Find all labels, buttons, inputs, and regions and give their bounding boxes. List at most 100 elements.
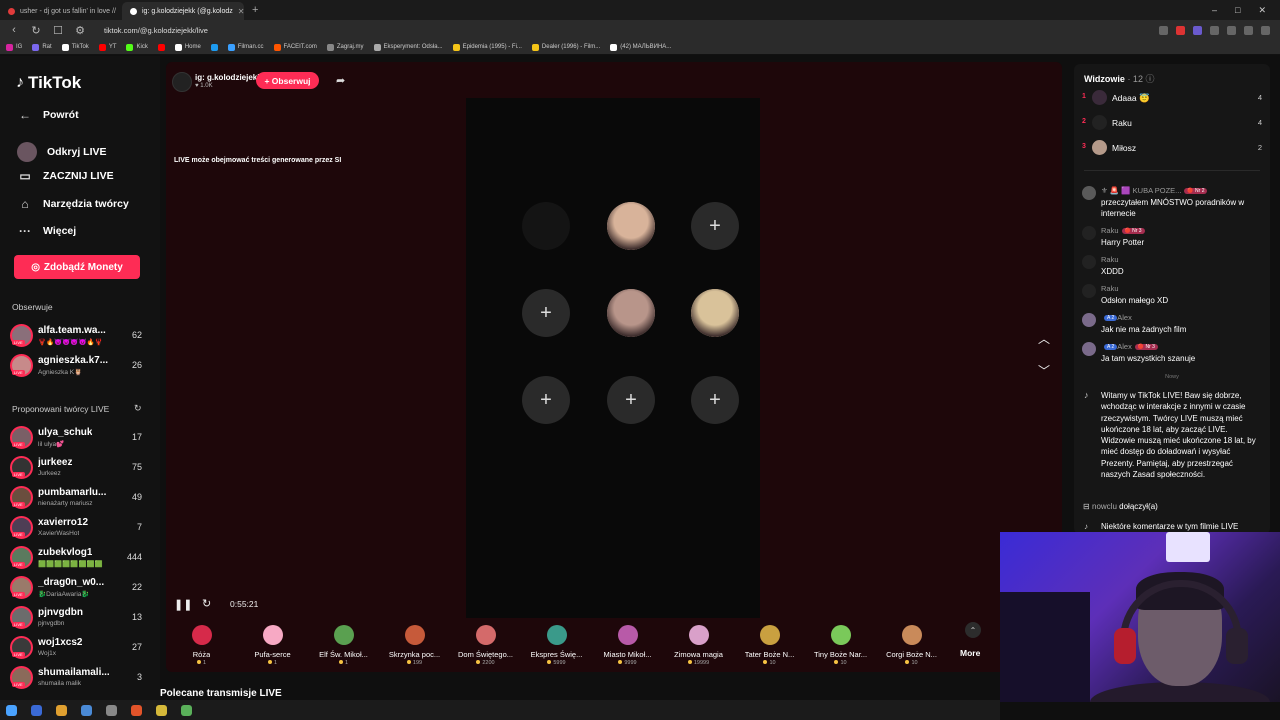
chrome-icon[interactable] (81, 704, 92, 716)
account-name[interactable]: pjnvgdbn (38, 607, 83, 618)
share-icon[interactable]: ➦ (336, 74, 345, 87)
menu-item-odkryj-live[interactable]: ◉ Odkryj LIVE (17, 142, 107, 162)
bookmark-item[interactable]: YT (98, 43, 116, 51)
viewer-name[interactable]: Raku (1112, 118, 1132, 128)
menu-icon[interactable] (1261, 25, 1270, 35)
extension-icon[interactable] (1159, 25, 1168, 35)
viewer-name[interactable]: Miłosz (1112, 143, 1136, 153)
host-name[interactable]: ig: g.kolodziejekk (195, 73, 262, 82)
avatar[interactable] (1082, 186, 1096, 200)
url-field[interactable]: tiktok.com/@g.kolodziejekk/live (104, 26, 208, 35)
sidebar-account[interactable]: LIVE _drag0n_w0... 🐉DariaAwaria🐉 22 (10, 574, 150, 602)
chevron-up-icon[interactable]: ⌃ (965, 622, 981, 638)
chat-username[interactable]: Raku (1101, 226, 1119, 235)
account-name[interactable]: _drag0n_w0... (38, 577, 104, 588)
account-name[interactable]: agnieszka.k7... (38, 355, 108, 366)
reload-icon[interactable]: ↻ (30, 24, 42, 37)
bookmark-item[interactable]: Epidemia (1995) - Fi... (452, 43, 522, 51)
chevron-up-icon[interactable]: ︿ (1038, 330, 1050, 347)
sidebar-account[interactable]: LIVE shumailamali... shumaila malik 3 (10, 664, 150, 692)
sidebar-account[interactable]: LIVE xavierro12 XavierWasHot 7 (10, 514, 150, 542)
bookmark-item[interactable] (157, 43, 165, 51)
avatar[interactable] (1092, 140, 1107, 155)
extension-icon[interactable] (1227, 25, 1236, 35)
sidebar-account[interactable]: LIVE zubekvlog1 🟩🟩🟩🟩🟩🟩🟩🟩 444 (10, 544, 150, 572)
extension-icon[interactable] (1176, 25, 1185, 35)
extension-icon[interactable] (1193, 25, 1202, 35)
browser-tab-2[interactable]: ig: g.kolodziejekk (@g.kolodz ✕ (122, 2, 244, 20)
video-frame[interactable] (466, 98, 760, 618)
sidebar-account[interactable]: LIVE pjnvgdbn pjnvgdbn 13 (10, 604, 150, 632)
minimize-button[interactable]: – (1212, 5, 1217, 16)
site-settings-icon[interactable]: ⚙ (74, 24, 86, 37)
bookmark-item[interactable]: (42) МАЛЬВИНА... (610, 43, 671, 51)
account-name[interactable]: xavierro12 (38, 517, 88, 528)
taskbar-app-icon[interactable] (106, 704, 117, 716)
guest-avatar[interactable] (607, 202, 655, 250)
chevron-down-icon[interactable]: ﹀ (1038, 362, 1050, 379)
host-avatar[interactable] (172, 72, 192, 92)
viewer-name[interactable]: Adaaa 😇 (1112, 93, 1150, 104)
chrome-icon[interactable] (56, 704, 67, 716)
gift-item[interactable]: Ekspres Świę... 5999 (521, 619, 592, 671)
refresh-icon[interactable]: ↻ (202, 597, 211, 610)
menu-item-powrót[interactable]: ← Powrót (17, 108, 79, 122)
avatar[interactable] (1082, 255, 1096, 269)
taskbar-app-icon[interactable] (181, 704, 192, 716)
account-name[interactable]: pumbamarlu... (38, 487, 106, 498)
gift-item[interactable]: Skrzynka poc... 199 (379, 619, 450, 671)
gift-item[interactable]: Dom Świętego... 2200 (450, 619, 521, 671)
gift-item[interactable]: Elf Św. Mikoł... 1 (308, 619, 379, 671)
chat-username[interactable]: Raku (1101, 284, 1119, 293)
viewer-row[interactable]: 2 Raku 4 (1082, 115, 1262, 131)
chat-username[interactable]: Alex (1117, 313, 1132, 322)
add-guest-slot[interactable]: + (691, 376, 739, 424)
account-name[interactable]: shumailamali... (38, 667, 110, 678)
close-window-button[interactable]: ✕ (1258, 5, 1266, 16)
menu-item-zacznij-live[interactable]: ▭ ZACZNIJ LIVE (17, 169, 113, 183)
gift-item[interactable]: Miasto Mikoł... 9999 (592, 619, 663, 671)
bookmark-item[interactable]: Dealer (1996) - Film... (531, 43, 600, 51)
viewer-row[interactable]: 1 Adaaa 😇 4 (1082, 90, 1262, 106)
maximize-button[interactable]: □ (1235, 5, 1240, 16)
guest-avatar[interactable] (607, 289, 655, 337)
brave-icon[interactable] (131, 704, 142, 716)
account-name[interactable]: ulya_schuk (38, 427, 92, 438)
chat-username[interactable]: Raku (1101, 255, 1119, 264)
guest-avatar[interactable] (691, 289, 739, 337)
taskbar-app-icon[interactable] (31, 704, 42, 716)
bookmark-item[interactable]: TikTok (61, 43, 89, 51)
follow-button[interactable]: + Obserwuj (256, 72, 319, 89)
account-name[interactable]: zubekvlog1 (38, 547, 92, 558)
extension-icon[interactable] (1244, 25, 1253, 35)
taskbar-app-icon[interactable] (156, 704, 167, 716)
gift-item[interactable]: Corgi Boże N... 10 (876, 619, 947, 671)
menu-item-narzędzia-twórcy[interactable]: ⌂ Narzędzia twórcy (17, 197, 128, 211)
more-label[interactable]: More (960, 648, 980, 658)
bookmark-item[interactable]: FACEIT.com (273, 43, 317, 51)
avatar[interactable] (1082, 226, 1096, 240)
add-guest-slot[interactable]: + (522, 289, 570, 337)
sidebar-account[interactable]: LIVE jurkeez Jurkeez 75 (10, 454, 150, 482)
gift-item[interactable]: Tiny Boże Nar... 10 (805, 619, 876, 671)
refresh-icon[interactable]: ↻ (134, 403, 142, 414)
bookmark-item[interactable]: Home (174, 43, 201, 51)
bookmark-item[interactable]: Kick (126, 43, 148, 51)
sidebar-account[interactable]: LIVE woj1xcs2 Woj1x 27 (10, 634, 150, 662)
menu-item-więcej[interactable]: ··· Więcej (17, 224, 76, 238)
avatar[interactable] (1092, 115, 1107, 130)
add-guest-slot[interactable]: + (522, 376, 570, 424)
viewer-row[interactable]: 3 Miłosz 2 (1082, 140, 1262, 156)
browser-tab-1[interactable]: usher - dj got us fallin' in love // ✕ (0, 2, 122, 20)
tiktok-logo[interactable]: ♪ TikTok (16, 73, 81, 93)
chat-username[interactable]: ⚜ 🚨 🟪 KUBA POZE... (1101, 186, 1181, 195)
sidebar-account[interactable]: LIVE alfa.team.wa... 🦞🔥😈😈😈😈🔥🦞 62 (10, 322, 150, 350)
join-user[interactable]: nowclu (1092, 502, 1117, 511)
gifts-more[interactable]: ⌃ More (955, 618, 995, 670)
avatar[interactable] (1082, 342, 1096, 356)
account-name[interactable]: woj1xcs2 (38, 637, 82, 648)
bookmark-item[interactable]: Eksperyment: Odsła... (373, 43, 443, 51)
bookmark-item[interactable]: IG (6, 43, 22, 51)
bookmark-item[interactable]: Filman.cc (227, 43, 264, 51)
pause-icon[interactable]: ❚❚ (174, 598, 192, 611)
